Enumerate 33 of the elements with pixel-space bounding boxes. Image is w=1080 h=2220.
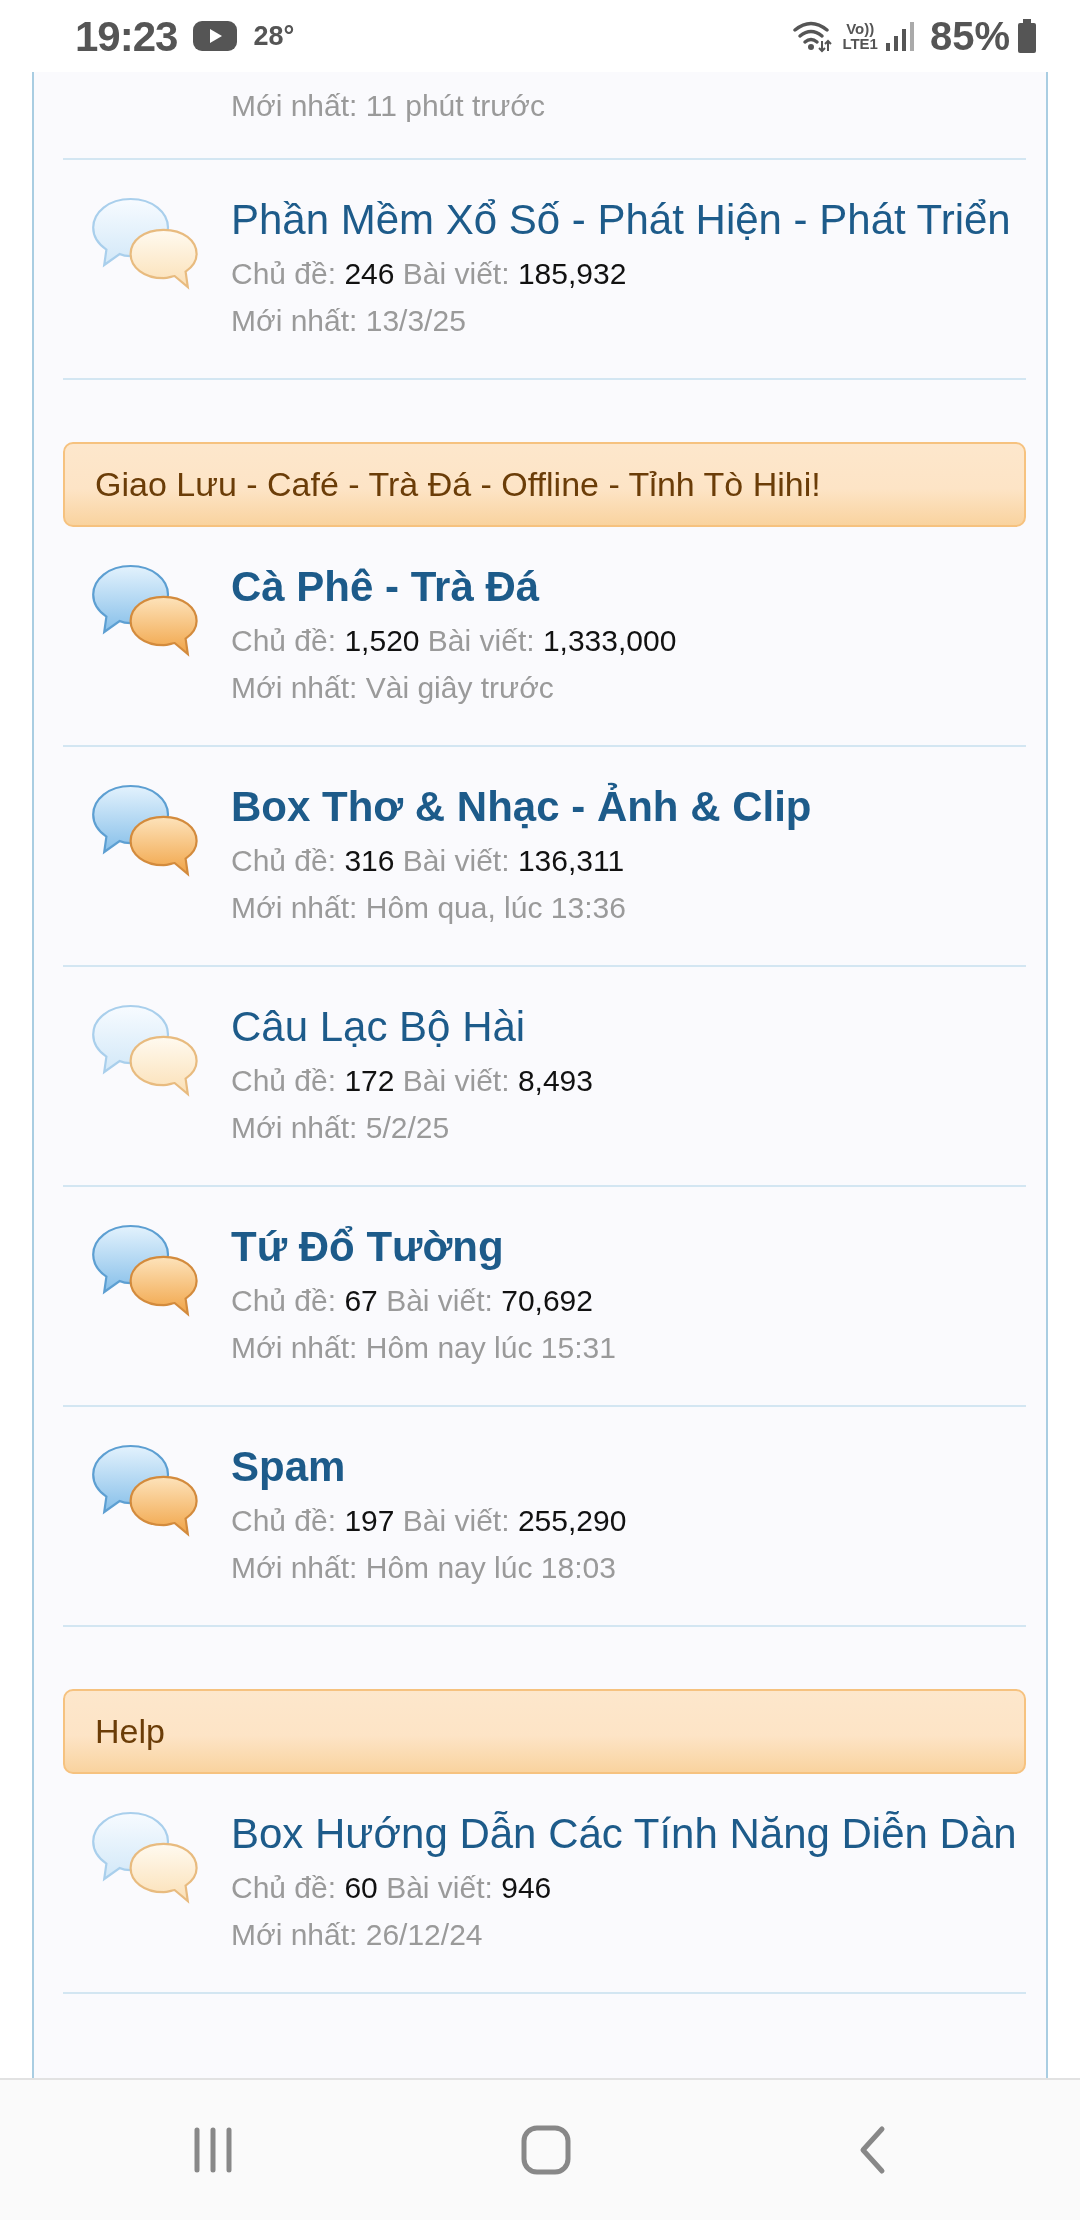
forum-title[interactable]: Câu Lạc Bộ Hài [231,997,1026,1057]
forum-title[interactable]: Box Thơ & Nhạc - Ảnh & Clip [231,777,1026,837]
clock-time: 19:23 [75,11,178,62]
forum-stats: Chủ đề: 246 Bài viết: 185,932 [231,256,628,292]
battery-percent: 85% [929,13,1010,60]
network-label: Vo)) [846,21,875,36]
video-play-icon [193,21,238,51]
forum-title[interactable]: Tứ Đổ Tường [231,1217,1026,1277]
latest-post-time: Mới nhất: Vài giây trước [231,670,555,706]
forum-stats: Chủ đề: 197 Bài viết: 255,290 [231,1503,628,1539]
forum-title[interactable]: Cà Phê - Trà Đá [231,557,1026,617]
latest-post-time: Mới nhất: Hôm qua, lúc 13:36 [231,890,627,926]
forum-title[interactable]: Phần Mềm Xổ Số - Phát Hiện - Phát Triển [231,190,1026,250]
forum-stats: Chủ đề: 1,520 Bài viết: 1,333,000 [231,623,678,659]
latest-post-time: Mới nhất: 13/3/25 [231,303,467,339]
latest-post-time: Mới nhất: Hôm nay lúc 15:31 [231,1330,617,1366]
forum-stats: Chủ đề: 316 Bài viết: 136,311 [231,843,626,879]
home-icon[interactable] [521,2125,571,2175]
latest-post-time: Mới nhất: Hôm nay lúc 18:03 [231,1550,617,1586]
temperature: 28° [253,19,295,53]
battery-icon [1018,19,1036,53]
forum-stats: Chủ đề: 60 Bài viết: 946 [231,1870,553,1906]
latest-post-time: Mới nhất: 5/2/25 [231,1110,451,1146]
latest-post-time: Mới nhất: 11 phút trước [231,88,546,124]
forum-stats: Chủ đề: 67 Bài viết: 70,692 [231,1283,594,1319]
forum-stats: Chủ đề: 172 Bài viết: 8,493 [231,1063,594,1099]
signal-icon [885,21,914,51]
latest-post-time: Mới nhất: 26/12/24 [231,1917,484,1953]
forum-title[interactable]: Box Hướng Dẫn Các Tính Năng Diễn Dàn [231,1804,1026,1864]
forum-title[interactable]: Spam [231,1437,1026,1497]
category-header[interactable]: Giao Lưu - Café - Trà Đá - Offline - Tỉnh Tò Hihi! [63,442,1026,527]
category-header[interactable]: Help [63,1689,1026,1774]
network-label: LTE1 [842,36,878,51]
